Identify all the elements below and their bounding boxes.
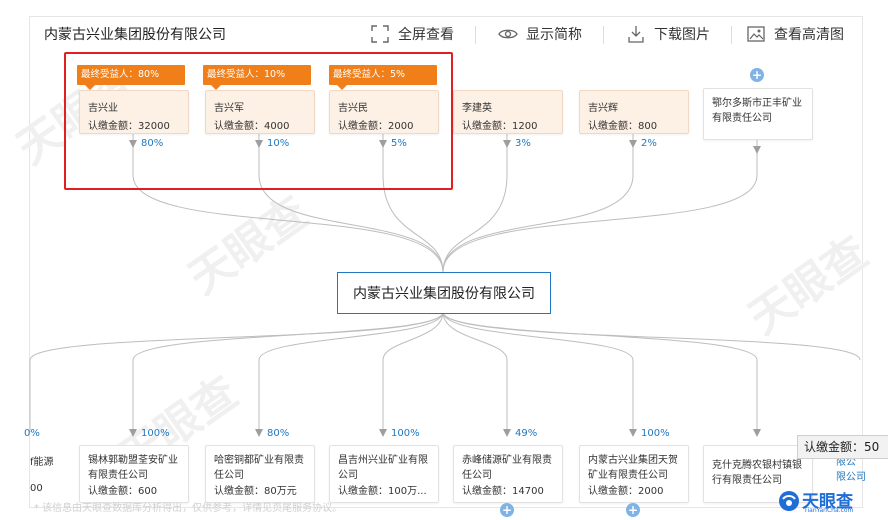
invest-percent: 49% [515, 428, 538, 439]
expand-plus-icon[interactable]: + [750, 68, 764, 82]
fullscreen-icon [371, 25, 389, 43]
short-name-button[interactable]: 显示简称 [498, 24, 582, 44]
shareholder-amount: 认缴金额：1200 [462, 121, 538, 132]
investment-name: 哈密铜都矿业有限责任公司 [214, 455, 304, 481]
amount-tooltip: 认缴金额：50 [797, 435, 888, 459]
investment-node[interactable]: 昌吉州兴业矿业有限公司 认缴金额：100万... [329, 445, 439, 503]
short-name-label: 显示简称 [526, 27, 582, 43]
download-icon [628, 26, 644, 43]
hd-image-button[interactable]: 查看高清图 [746, 24, 844, 44]
brand-logo: 天眼查 TianYanCha.com [778, 486, 860, 516]
investment-node[interactable]: 赤峰储源矿业有限责任公司 认缴金额：14700 [453, 445, 563, 503]
toolbar-divider [731, 26, 732, 44]
investment-name: 昌吉州兴业矿业有限公司 [338, 455, 428, 481]
shareholder-name: 吉兴辉 [588, 103, 618, 114]
investment-name: 赤峰储源矿业有限责任公司 [462, 455, 552, 481]
shareholder-name: 李建英 [462, 103, 492, 114]
invest-percent: 0% [24, 428, 40, 439]
share-percent: 3% [515, 138, 531, 149]
investment-name: 内蒙古兴业集团天贺矿业有限责任公司 [588, 455, 678, 481]
investment-name: 克什克腾农银村镇银行有限责任公司 [712, 460, 802, 486]
shareholder-node[interactable]: 李建英 认缴金额：1200 [453, 90, 563, 134]
brand-url: TianYanCha.com [804, 507, 854, 514]
share-percent: 2% [641, 138, 657, 149]
shareholder-amount: 认缴金额：800 [588, 121, 658, 132]
fullscreen-label: 全屏查看 [398, 27, 454, 43]
footer-disclaimer: * 该信息由天眼查数据库分析得出，仅供参考，详情见页尾服务协议。 [34, 503, 343, 514]
image-icon [747, 26, 765, 42]
investment-amount: 认缴金额：2000 [588, 486, 664, 497]
expand-plus-icon[interactable]: + [626, 503, 640, 517]
shareholder-node[interactable]: 吉兴辉 认缴金额：800 [579, 90, 689, 134]
page-title: 内蒙古兴业集团股份有限公司 [44, 27, 226, 43]
partial-node-name: 限公司 [836, 472, 866, 483]
equity-structure-diagram: 天眼查 天眼查 天眼查 天眼查 内蒙古兴业集团股份有限公司 全屏查看 显示简称 … [0, 0, 888, 520]
center-company-name: 内蒙古兴业集团股份有限公司 [353, 286, 535, 302]
investment-amount: 认缴金额：600 [88, 486, 158, 497]
logo-icon [779, 491, 799, 511]
center-company-node[interactable]: 内蒙古兴业集团股份有限公司 [337, 272, 551, 314]
invest-percent: 100% [141, 428, 170, 439]
shareholder-node[interactable]: 鄂尔多斯市正丰矿业有限责任公司 [703, 88, 813, 140]
partial-node-amount: 00 [30, 483, 43, 494]
investment-amount: 认缴金额：80万元 [214, 486, 297, 497]
eye-icon [498, 29, 518, 39]
investment-amount: 认缴金额：100万... [338, 486, 427, 497]
shareholder-name: 鄂尔多斯市正丰矿业有限责任公司 [712, 98, 802, 124]
invest-percent: 100% [391, 428, 420, 439]
expand-plus-icon[interactable]: + [500, 503, 514, 517]
partial-node-name: f能源 [30, 457, 54, 468]
investment-node[interactable]: 锡林郭勒盟荃安矿业有限责任公司 认缴金额：600 [79, 445, 189, 503]
hd-image-label: 查看高清图 [774, 27, 844, 43]
investment-node[interactable]: 哈密铜都矿业有限责任公司 认缴金额：80万元 [205, 445, 315, 503]
invest-percent: 100% [641, 428, 670, 439]
invest-percent: 80% [267, 428, 290, 439]
beneficiary-highlight-box [64, 52, 453, 190]
investment-node[interactable]: 内蒙古兴业集团天贺矿业有限责任公司 认缴金额：2000 [579, 445, 689, 503]
download-button[interactable]: 下载图片 [626, 24, 710, 44]
toolbar-divider [475, 26, 476, 44]
fullscreen-button[interactable]: 全屏查看 [370, 24, 454, 44]
download-label: 下载图片 [654, 27, 710, 43]
investment-amount: 认缴金额：14700 [462, 486, 544, 497]
investment-name: 锡林郭勒盟荃安矿业有限责任公司 [88, 455, 178, 481]
toolbar-divider [603, 26, 604, 44]
